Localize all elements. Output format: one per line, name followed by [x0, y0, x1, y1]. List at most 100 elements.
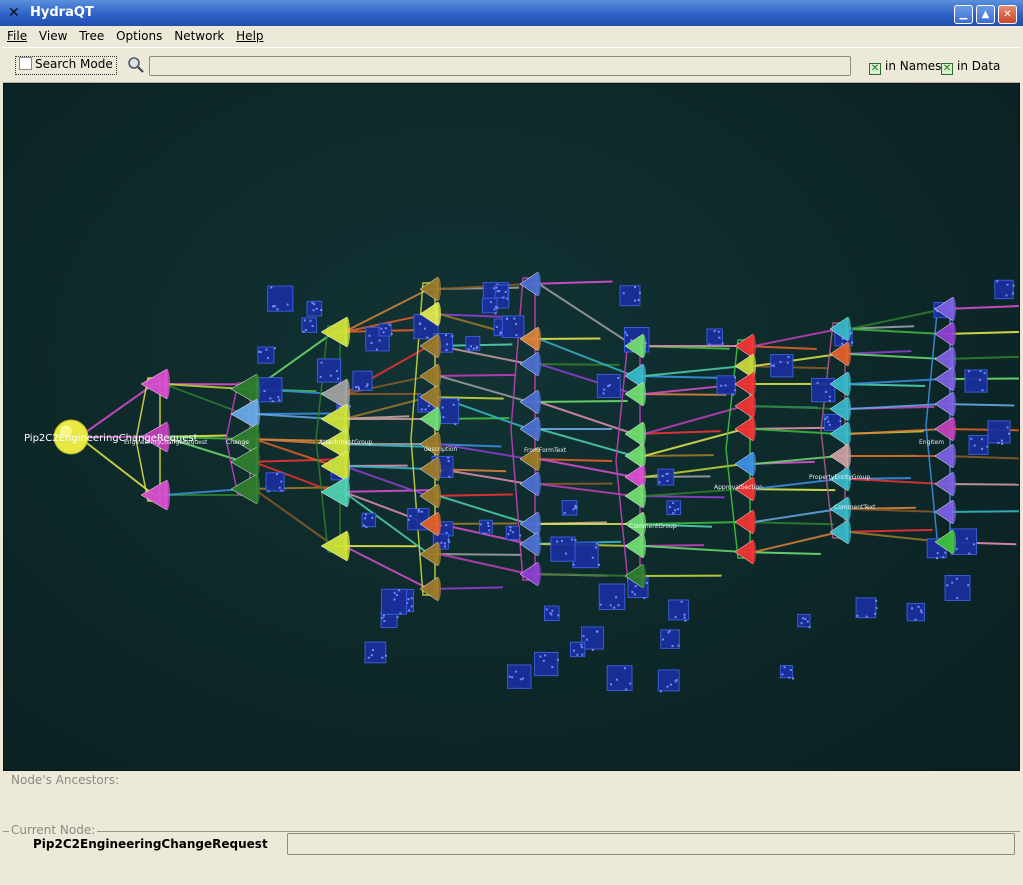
- cone-base: [640, 334, 646, 358]
- menu-help[interactable]: Help: [232, 26, 267, 43]
- menu-file[interactable]: File: [3, 26, 31, 43]
- data-block-texture: [626, 334, 629, 337]
- data-block-texture: [1012, 284, 1015, 287]
- data-block-texture: [515, 322, 518, 325]
- data-block-texture: [1008, 432, 1011, 435]
- data-block-texture: [734, 376, 737, 379]
- data-block-texture: [507, 533, 510, 536]
- data-block-texture: [370, 341, 373, 344]
- data-block-texture: [365, 525, 368, 528]
- data-block-texture: [446, 343, 449, 346]
- data-block-texture: [638, 291, 641, 294]
- data-block-texture: [519, 534, 522, 537]
- data-block-texture: [824, 418, 827, 421]
- data-block-texture: [364, 517, 367, 520]
- menu-view[interactable]: View: [35, 26, 71, 43]
- maximize-button[interactable]: ▲: [976, 5, 995, 24]
- cone-node: [320, 378, 348, 410]
- cone-node: [320, 403, 348, 435]
- data-block-texture: [625, 688, 628, 691]
- close-button[interactable]: ✕: [998, 5, 1017, 24]
- cone-base: [344, 451, 350, 481]
- data-block-texture: [393, 591, 396, 594]
- data-block-texture: [630, 339, 633, 342]
- data-block-texture: [602, 392, 605, 395]
- data-block-texture: [556, 658, 559, 661]
- data-block-texture: [615, 596, 618, 599]
- in-names-checkbox[interactable]: ✕ in Names: [869, 59, 941, 75]
- menu-network[interactable]: Network: [170, 26, 228, 43]
- cone-base: [435, 385, 441, 409]
- data-block-texture: [721, 342, 724, 345]
- data-block-texture: [384, 327, 387, 330]
- data-block-texture: [441, 406, 444, 409]
- tree-edge: [78, 383, 155, 438]
- data-block-texture: [806, 620, 809, 623]
- data-block-texture: [956, 577, 959, 580]
- tree-edge: [428, 493, 514, 497]
- search-mode-checkbox[interactable]: Search Mode: [15, 56, 117, 75]
- data-block-texture: [629, 682, 632, 685]
- cone-base: [845, 317, 851, 341]
- cone-base: [344, 477, 350, 507]
- cone-base: [950, 367, 956, 391]
- data-block-texture: [273, 347, 276, 350]
- data-block-texture: [396, 616, 399, 619]
- data-block-texture: [495, 286, 498, 289]
- cone-base: [535, 417, 541, 441]
- data-block-texture: [783, 666, 786, 669]
- data-block-texture: [980, 438, 983, 441]
- data-block-texture: [801, 617, 804, 620]
- data-block-texture: [804, 617, 807, 620]
- cone-base: [435, 277, 441, 301]
- tree-edge: [538, 338, 635, 377]
- data-block-texture: [617, 376, 620, 379]
- cone-base: [435, 334, 441, 358]
- data-block-texture: [572, 508, 575, 511]
- data-block-texture: [973, 543, 976, 546]
- cone-base: [535, 390, 541, 414]
- data-block-texture: [551, 666, 554, 669]
- cone-base: [435, 364, 441, 388]
- data-block-texture: [544, 654, 547, 657]
- data-block-texture: [383, 619, 386, 622]
- in-data-checkbox[interactable]: ✕ in Data: [941, 59, 1000, 75]
- data-block-texture: [580, 643, 583, 646]
- data-block-texture: [513, 317, 516, 320]
- data-block-texture: [286, 303, 289, 306]
- hyperbolic-tree-graph[interactable]: Pip2C2EngineeringChangeRequestEngineerin…: [4, 84, 1020, 771]
- data-block: [994, 279, 1014, 300]
- data-block-texture: [557, 614, 560, 617]
- data-block-texture: [658, 481, 661, 484]
- data-block-texture: [302, 330, 305, 333]
- data-block-texture: [487, 524, 490, 527]
- data-block-texture: [550, 613, 553, 616]
- data-block-texture: [483, 532, 486, 535]
- data-block-texture: [448, 541, 451, 544]
- data-block-texture: [826, 416, 829, 419]
- tree-edge: [753, 328, 840, 347]
- cone-node: [320, 316, 348, 348]
- cone-node: [320, 530, 348, 562]
- menu-options[interactable]: Options: [112, 26, 166, 43]
- data-block: [606, 665, 633, 692]
- data-block: [507, 664, 532, 689]
- data-block: [364, 641, 387, 664]
- search-input[interactable]: [149, 56, 851, 76]
- data-block-texture: [724, 384, 727, 387]
- data-block-texture: [278, 486, 281, 489]
- data-block-texture: [677, 508, 680, 511]
- cone-base: [254, 474, 260, 504]
- data-block-texture: [515, 334, 518, 337]
- cone-base: [845, 444, 851, 468]
- tree-visualization-canvas[interactable]: Pip2C2EngineeringChangeRequest Engineerin…: [3, 83, 1020, 771]
- tree-edge: [528, 399, 628, 403]
- data-block-texture: [708, 343, 711, 346]
- data-block-texture: [502, 296, 505, 299]
- data-block: [619, 285, 641, 307]
- data-block-texture: [407, 518, 410, 521]
- menu-tree[interactable]: Tree: [75, 26, 108, 43]
- minimize-button[interactable]: ▁: [954, 5, 973, 24]
- cone-base: [950, 500, 956, 524]
- data-block-texture: [666, 685, 669, 688]
